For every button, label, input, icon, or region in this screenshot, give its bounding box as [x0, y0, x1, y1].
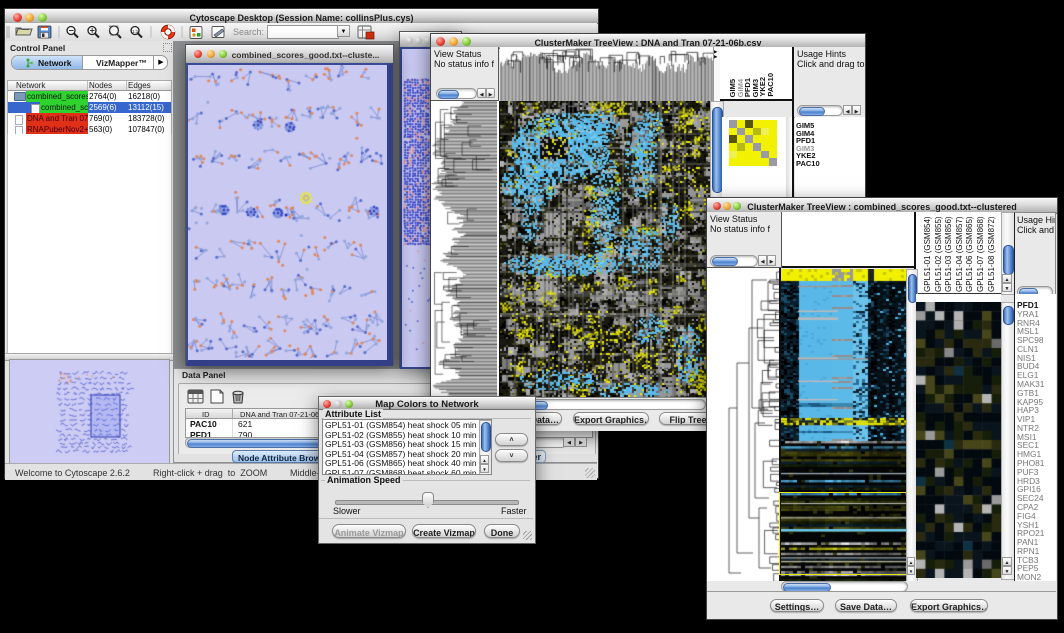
svg-text:1:1: 1:1: [132, 29, 139, 34]
